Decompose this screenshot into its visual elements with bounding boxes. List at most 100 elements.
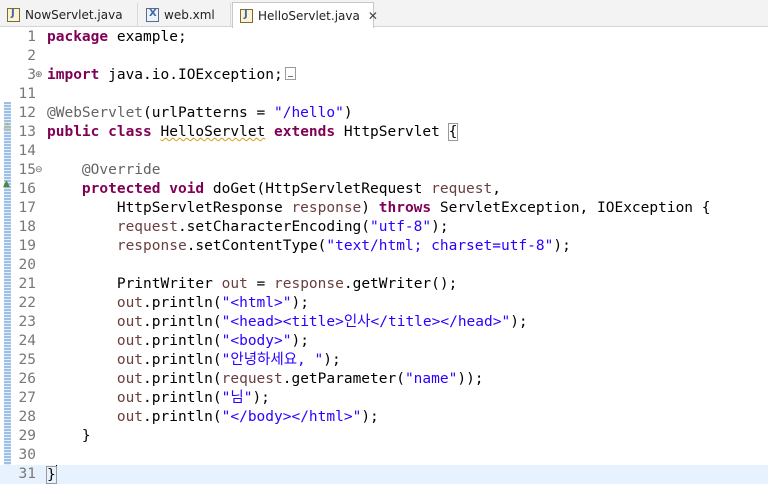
code-line[interactable]: 23 out.println("<head><title>인사</title><… — [0, 313, 768, 332]
code-token: { — [447, 123, 459, 141]
code-line[interactable]: 20 — [0, 256, 768, 275]
code-token: response — [116, 238, 187, 254]
code-line[interactable]: 31} — [0, 465, 768, 484]
code-token: } — [47, 428, 91, 444]
code-token: ); — [361, 409, 379, 425]
code-token: import — [47, 67, 100, 83]
code-token: , — [492, 181, 501, 197]
code-token: @Override — [81, 162, 161, 178]
code-token: .getWriter(); — [343, 276, 458, 292]
line-number: 3 — [27, 67, 36, 83]
line-number: 12 — [18, 105, 36, 121]
code-token: out — [116, 333, 144, 349]
code-token: HelloServlet — [160, 124, 266, 140]
code-token: response — [291, 200, 362, 216]
code-token: "<head><title>인사</title></head>" — [221, 314, 511, 330]
code-token: } — [46, 466, 57, 484]
code-text: HttpServletResponse response) throws Ser… — [47, 199, 711, 218]
code-line[interactable]: 24 out.println("<body>"); — [0, 332, 768, 351]
text-cursor — [55, 465, 57, 482]
code-token: .setCharacterEncoding( — [177, 219, 371, 235]
code-token: ); — [431, 219, 449, 235]
code-token: .println( — [143, 333, 222, 349]
code-line[interactable]: 27 out.println("님"); — [0, 389, 768, 408]
line-number: 27 — [18, 390, 36, 406]
code-line[interactable]: 17 HttpServletResponse response) throws … — [0, 199, 768, 218]
code-line[interactable]: 21 PrintWriter out = response.getWriter(… — [0, 275, 768, 294]
code-token: out — [116, 409, 144, 425]
code-token: HttpServletResponse — [47, 200, 292, 216]
code-line[interactable]: 25 out.println("안녕하세요, "); — [0, 351, 768, 370]
line-number: 24 — [18, 333, 36, 349]
code-editor[interactable]: ⚠ ▲ 1 package example; 2 3 ⊕ import java.io.I… — [0, 28, 768, 487]
editor-tab-bar: NowServlet.java web.xml HelloServlet.jav… — [0, 0, 768, 28]
code-text: out.println("님"); — [47, 389, 270, 408]
code-line[interactable]: 13 public class HelloServlet extends Http… — [0, 123, 768, 142]
code-token: out — [116, 371, 144, 387]
line-number: 13 — [18, 124, 36, 140]
code-line[interactable]: 30 — [0, 446, 768, 465]
tab-web-xml[interactable]: web.xml — [139, 3, 231, 27]
code-token: class — [108, 124, 152, 140]
java-file-icon — [240, 8, 253, 23]
code-text: out.println("<html>"); — [47, 294, 309, 313]
line-number: 21 — [18, 276, 36, 292]
code-token: "</body></html>" — [221, 409, 362, 425]
code-token: example; — [108, 29, 187, 45]
code-text: protected void doGet(HttpServletRequest … — [47, 180, 501, 199]
code-token: out — [221, 276, 248, 292]
code-line[interactable]: 16 protected void doGet(HttpServletReque… — [0, 180, 768, 199]
code-line[interactable]: 26 out.println(request.getParameter("nam… — [0, 370, 768, 389]
tab-helloservlet-java[interactable]: HelloServlet.java ✕ — [232, 2, 378, 28]
code-token: java.io.IOException; — [99, 67, 283, 83]
code-line[interactable]: 19 response.setContentType("text/html; c… — [0, 237, 768, 256]
tab-label: NowServlet.java — [25, 8, 123, 22]
java-file-icon — [7, 8, 20, 22]
code-line[interactable]: 2 — [0, 47, 768, 66]
code-token: ); — [323, 352, 341, 368]
code-text: out.println(request.getParameter("name")… — [47, 370, 484, 389]
code-token: ); — [510, 314, 528, 330]
code-line[interactable]: 12 @WebServlet(urlPatterns = "/hello") — [0, 104, 768, 123]
code-line[interactable]: 3 ⊕ import java.io.IOException; — [0, 66, 768, 85]
collapsed-imports-icon[interactable] — [284, 67, 296, 80]
tab-nowservlet-java[interactable]: NowServlet.java — [0, 3, 138, 27]
code-line[interactable]: 14 — [0, 142, 768, 161]
code-token: .println( — [143, 295, 222, 311]
code-token: request — [116, 219, 178, 235]
close-tab-icon[interactable]: ✕ — [368, 9, 378, 23]
code-line[interactable]: 15 @Override ⊖ — [0, 161, 768, 180]
line-number: 16 — [18, 181, 36, 197]
code-token: .setContentType( — [186, 238, 327, 254]
code-token: out — [116, 295, 144, 311]
line-number: 19 — [18, 238, 36, 254]
code-token: ServletException, IOException { — [431, 200, 711, 216]
line-number: 26 — [18, 371, 36, 387]
code-line[interactable]: 28 out.println("</body></html>"); — [0, 408, 768, 427]
code-line[interactable]: 22 out.println("<html>"); — [0, 294, 768, 313]
line-number: 31 — [18, 466, 36, 482]
line-number: 30 — [18, 447, 36, 463]
code-text: } — [46, 465, 57, 485]
fold-expand-icon[interactable]: ⊕ — [35, 66, 43, 85]
line-number: 22 — [18, 295, 36, 311]
code-token: .println( — [143, 371, 222, 387]
tab-label: HelloServlet.java — [258, 8, 360, 23]
code-line[interactable]: 18 request.setCharacterEncoding("utf-8")… — [0, 218, 768, 237]
code-line[interactable]: 11 — [0, 85, 768, 104]
code-token: ); — [291, 295, 309, 311]
code-line[interactable]: 1 package example; — [0, 28, 768, 47]
code-token: .println( — [143, 409, 222, 425]
code-line[interactable]: 29 } — [0, 427, 768, 446]
fold-collapse-icon[interactable]: ⊖ — [35, 161, 43, 180]
code-token: "/hello" — [273, 105, 344, 121]
code-token: (urlPatterns = — [143, 105, 274, 121]
code-token: .println( — [143, 390, 222, 406]
code-token: public — [47, 124, 100, 140]
